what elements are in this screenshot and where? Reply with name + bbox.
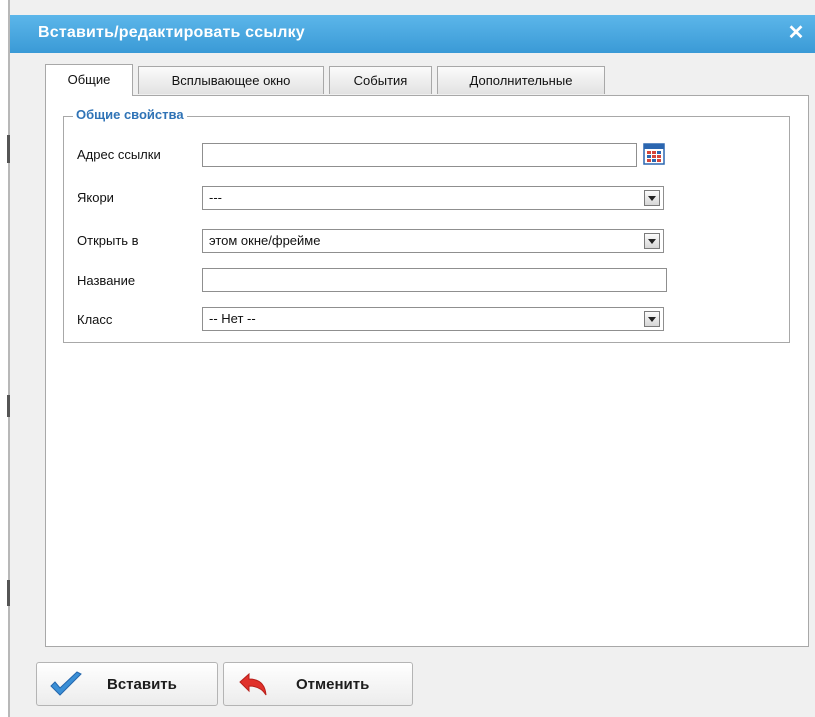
checkmark-icon — [50, 671, 82, 696]
close-icon[interactable]: ✕ — [785, 21, 807, 45]
anchors-select[interactable]: --- — [202, 186, 664, 210]
class-select-value: -- Нет -- — [209, 311, 256, 326]
class-select[interactable]: -- Нет -- — [202, 307, 664, 331]
calendar-grid-icon[interactable] — [643, 143, 665, 165]
insert-link-dialog: Вставить/редактировать ссылку ✕ Общие Вс… — [10, 0, 815, 717]
link-url-input[interactable] — [202, 143, 637, 167]
target-label: Открыть в — [77, 233, 139, 248]
cancel-button[interactable]: Отменить — [223, 662, 413, 706]
title-input[interactable] — [202, 268, 667, 292]
link-url-label: Адрес ссылки — [77, 147, 161, 162]
window-edge — [0, 0, 10, 717]
undo-arrow-icon — [239, 672, 267, 696]
tab-advanced[interactable]: Дополнительные — [437, 66, 605, 94]
tab-popup[interactable]: Всплывающее окно — [138, 66, 324, 94]
insert-button[interactable]: Вставить — [36, 662, 218, 706]
target-select-value: этом окне/фрейме — [209, 233, 321, 248]
cancel-button-label: Отменить — [296, 676, 370, 693]
screen: Вставить/редактировать ссылку ✕ Общие Вс… — [0, 0, 815, 717]
chevron-down-icon[interactable] — [644, 233, 660, 249]
title-label: Название — [77, 273, 136, 288]
tab-events[interactable]: События — [329, 66, 432, 94]
target-select[interactable]: этом окне/фрейме — [202, 229, 664, 253]
anchors-label: Якори — [77, 190, 114, 205]
class-label: Класс — [77, 312, 113, 327]
general-properties-fieldset: Общие свойства Адрес ссылки Якори --- От… — [63, 107, 790, 343]
tab-panel-general: Общие свойства Адрес ссылки Якори --- От… — [45, 95, 809, 647]
fieldset-legend: Общие свойства — [73, 107, 187, 122]
dialog-title: Вставить/редактировать ссылку — [38, 24, 305, 41]
dialog-titlebar[interactable]: Вставить/редактировать ссылку ✕ — [10, 15, 815, 53]
insert-button-label: Вставить — [107, 676, 177, 693]
chevron-down-icon[interactable] — [644, 311, 660, 327]
chevron-down-icon[interactable] — [644, 190, 660, 206]
tab-general[interactable]: Общие — [45, 64, 133, 96]
anchors-select-value: --- — [209, 190, 222, 205]
